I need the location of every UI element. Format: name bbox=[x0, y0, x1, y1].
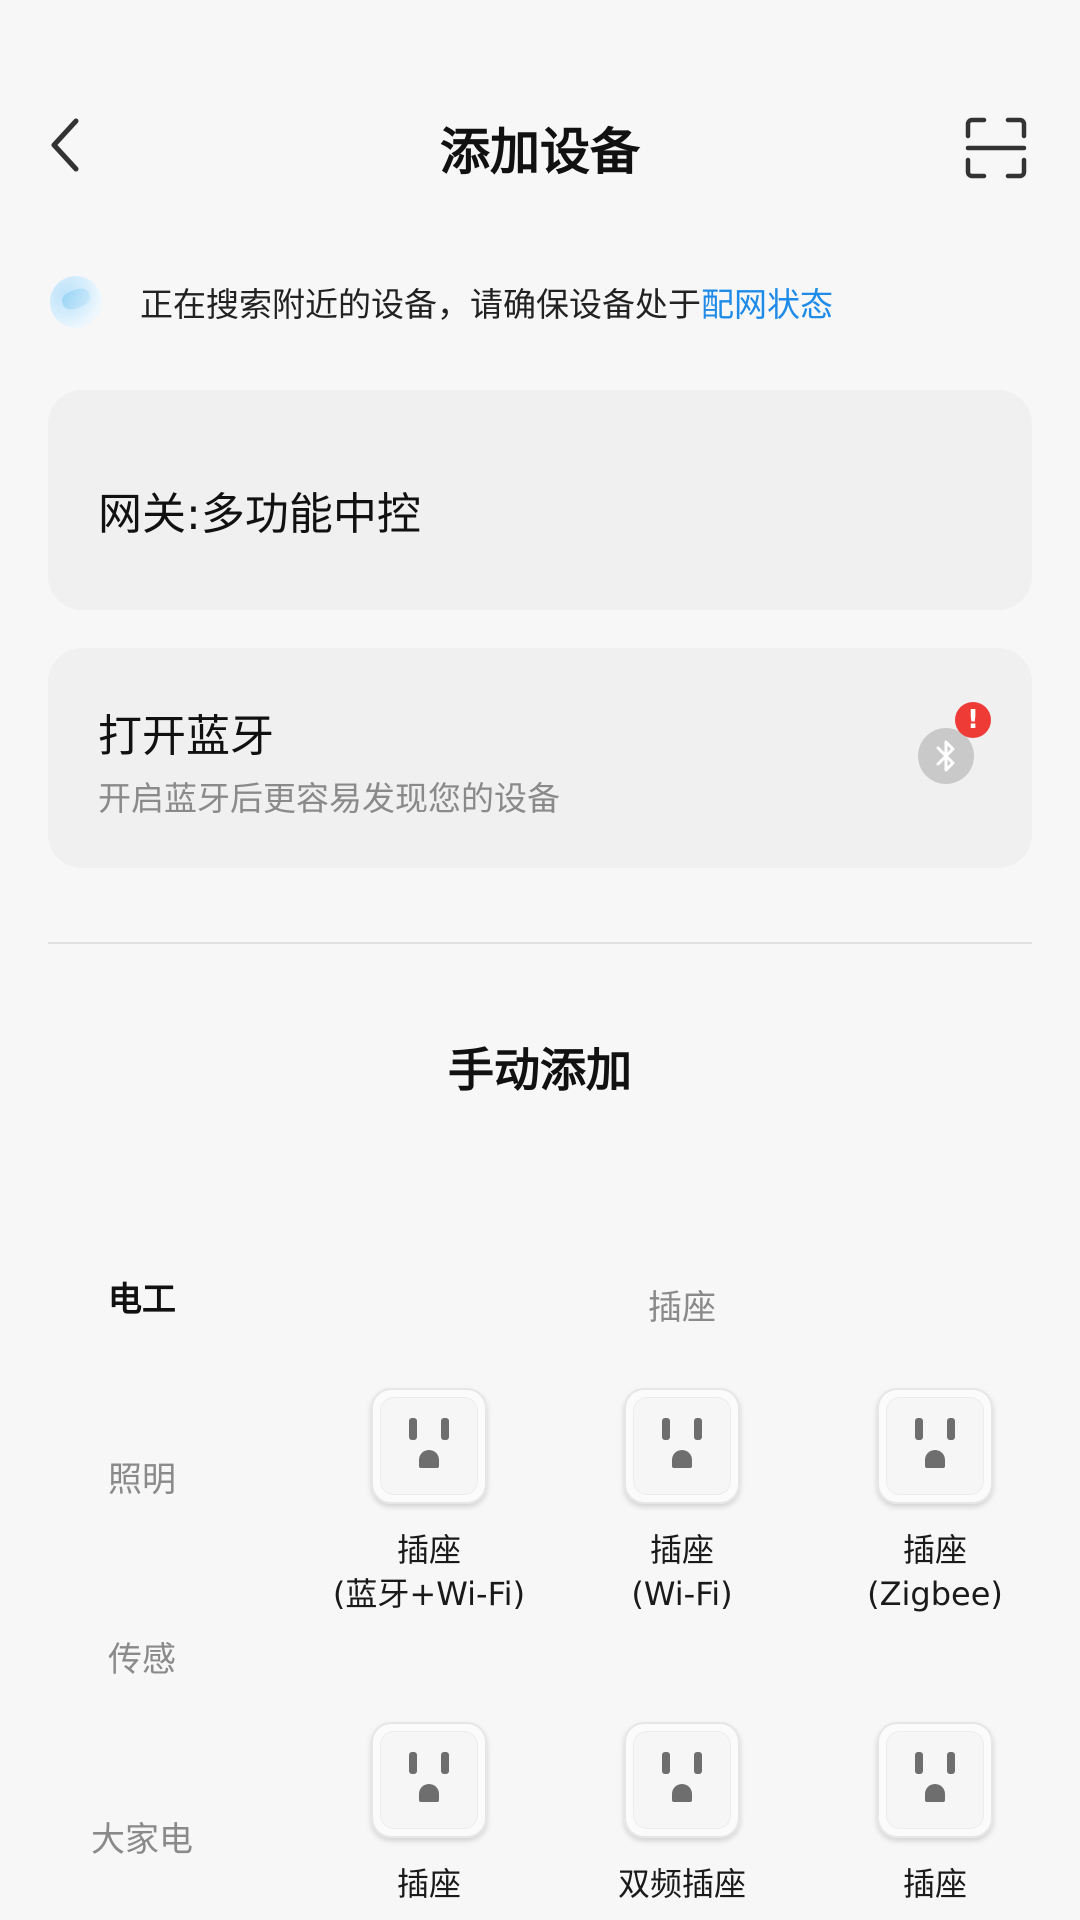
device-socket-bt-wifi[interactable]: 插座 (蓝牙+Wi-Fi) bbox=[324, 1388, 534, 1616]
device-socket-zigbee[interactable]: 插座 (Zigbee) bbox=[830, 1388, 1040, 1616]
device-name: 插座 bbox=[902, 1865, 967, 1903]
search-message: 正在搜索附近的设备，请确保设备处于 bbox=[140, 285, 701, 324]
search-status-text: 正在搜索附近的设备，请确保设备处于配网状态 bbox=[140, 278, 833, 326]
socket-icon bbox=[877, 1722, 993, 1838]
device-protocol: (Zigbee) bbox=[867, 1575, 1003, 1613]
searching-spinner-icon bbox=[50, 276, 102, 328]
pairing-mode-link[interactable]: 配网状态 bbox=[701, 285, 833, 324]
socket-icon bbox=[624, 1388, 740, 1504]
device-name: 双频插座 bbox=[617, 1865, 746, 1903]
category-lighting[interactable]: 照明 bbox=[42, 1452, 242, 1501]
alert-badge: ! bbox=[955, 702, 991, 738]
scan-button[interactable] bbox=[964, 116, 1028, 180]
device-protocol: (蓝牙+Wi-Fi) bbox=[332, 1575, 526, 1613]
section-title-sockets: 插座 bbox=[648, 1288, 716, 1328]
category-appliances[interactable]: 大家电 bbox=[42, 1812, 242, 1861]
gateway-label: 网关:多功能中控 bbox=[98, 489, 421, 540]
device-socket-6[interactable]: 插座 bbox=[830, 1722, 1040, 1906]
device-protocol: (Wi-Fi) bbox=[631, 1575, 733, 1613]
socket-icon bbox=[877, 1388, 993, 1504]
gateway-card[interactable]: 网关:多功能中控 bbox=[48, 390, 1032, 610]
bluetooth-label: 打开蓝牙 bbox=[98, 711, 274, 762]
device-name: 插座 bbox=[649, 1531, 714, 1569]
bluetooth-card[interactable]: 打开蓝牙 开启蓝牙后更容易发现您的设备 ! bbox=[48, 648, 1032, 868]
category-electrical[interactable]: 电工 bbox=[42, 1272, 242, 1321]
device-name: 插座 bbox=[396, 1865, 461, 1903]
divider bbox=[48, 942, 1032, 944]
manual-add-title: 手动添加 bbox=[448, 1043, 632, 1097]
device-socket-wifi[interactable]: 插座 (Wi-Fi) bbox=[577, 1388, 787, 1616]
device-name: 插座 bbox=[396, 1531, 461, 1569]
socket-icon bbox=[371, 1388, 487, 1504]
scan-frame-icon bbox=[965, 117, 1027, 179]
category-sensors[interactable]: 传感 bbox=[42, 1632, 242, 1681]
search-status: 正在搜索附近的设备，请确保设备处于配网状态 bbox=[50, 272, 1050, 332]
socket-icon bbox=[624, 1722, 740, 1838]
device-socket-4[interactable]: 插座 bbox=[324, 1722, 534, 1906]
socket-icon bbox=[371, 1722, 487, 1838]
device-dual-band-socket[interactable]: 双频插座 bbox=[577, 1722, 787, 1906]
header: 添加设备 bbox=[0, 0, 1080, 300]
page-title: 添加设备 bbox=[440, 123, 640, 181]
device-name: 插座 bbox=[902, 1531, 967, 1569]
bluetooth-subtitle: 开启蓝牙后更容易发现您的设备 bbox=[98, 779, 560, 818]
